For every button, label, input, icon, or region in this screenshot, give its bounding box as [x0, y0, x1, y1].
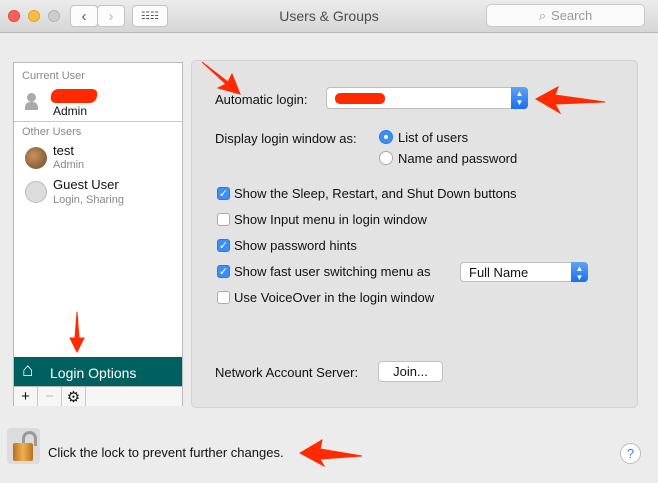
annotation-arrows: [69, 61, 606, 468]
annotation-arrow: [69, 311, 85, 354]
annotation-arrow: [201, 61, 241, 95]
annotation-arrow: [298, 438, 363, 468]
annotation-arrow: [534, 85, 606, 115]
